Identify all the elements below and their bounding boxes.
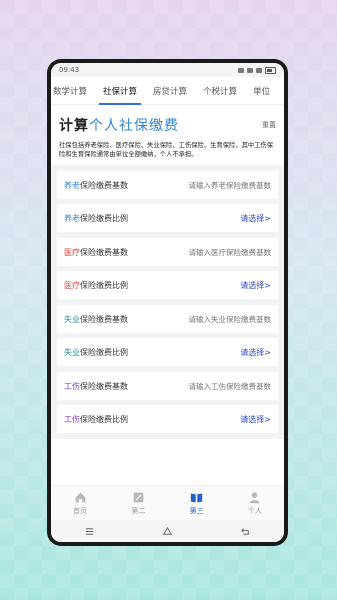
pension-ratio-row[interactable]: 养老保险缴费比例 请选择>: [57, 204, 278, 232]
home-icon: [75, 492, 85, 502]
medical-base-label: 医疗保险缴费基数: [64, 247, 128, 257]
medical-base-input[interactable]: [171, 247, 271, 257]
injury-base-label: 工伤保险缴费基数: [64, 381, 128, 391]
tab-social-security[interactable]: 社保计算: [95, 85, 145, 105]
pension-base-input[interactable]: [171, 180, 271, 190]
signal-icon: [238, 67, 244, 73]
tab-mortgage[interactable]: 房贷计算: [145, 85, 195, 104]
injury-base-input[interactable]: [171, 381, 271, 391]
tab-income-tax[interactable]: 个税计算: [195, 85, 245, 104]
injury-ratio-label: 工伤保险缴费比例: [64, 414, 128, 424]
injury-group: 工伤保险缴费基数 工伤保险缴费比例 请选择>: [51, 372, 284, 439]
nav-second-label: 第二: [131, 506, 146, 515]
injury-base-row: 工伤保险缴费基数: [57, 372, 278, 400]
injury-ratio-select[interactable]: 请选择>: [240, 414, 271, 425]
notification-icon: [256, 67, 262, 73]
phone-frame: 09:43 数学计算 社保计算 房贷计算 个税计算 单位 计算个人社保缴费 重置…: [47, 59, 288, 546]
pension-ratio-select[interactable]: 请选择>: [240, 213, 271, 224]
nav-profile[interactable]: 个人: [248, 491, 262, 516]
unemployment-ratio-select[interactable]: 请选择>: [240, 347, 271, 358]
page-title-accent: 个人社保缴费: [89, 118, 179, 134]
medical-ratio-select[interactable]: 请选择>: [240, 280, 271, 291]
insurance-form: 养老保险缴费基数 养老保险缴费比例 请选择>: [51, 165, 284, 238]
medical-ratio-label: 医疗保险缴费比例: [64, 280, 128, 290]
home-button-icon[interactable]: [162, 526, 173, 537]
unemployment-base-label: 失业保险缴费基数: [64, 314, 128, 324]
medical-group: 医疗保险缴费基数 医疗保险缴费比例 请选择>: [51, 238, 284, 305]
medical-base-row: 医疗保险缴费基数: [57, 238, 278, 266]
edit-icon: [133, 492, 144, 502]
nav-profile-label: 个人: [247, 506, 262, 515]
unemployment-base-input[interactable]: [171, 314, 271, 324]
pension-base-row: 养老保险缴费基数: [57, 171, 278, 199]
system-nav-bar: [51, 520, 284, 542]
page-title-plain: 计算: [59, 118, 89, 134]
pension-ratio-label: 养老保险缴费比例: [64, 213, 128, 223]
unemployment-ratio-label: 失业保险缴费比例: [64, 347, 128, 357]
bottom-nav: 首页 第二 第三 个人: [51, 485, 284, 520]
unemployment-ratio-row[interactable]: 失业保险缴费比例 请选择>: [57, 338, 278, 366]
nav-second[interactable]: 第二: [131, 491, 145, 516]
description-text: 社保包括养老保险、医疗保险、失业保险、工伤保险、生育保险，其中工伤保险和生育保险…: [59, 142, 274, 158]
nav-home[interactable]: 首页: [73, 491, 87, 516]
wifi-icon: [247, 67, 253, 73]
status-icons: [238, 66, 276, 74]
pension-base-label: 养老保险缴费基数: [64, 180, 128, 190]
tab-unit[interactable]: 单位: [245, 85, 278, 104]
nav-third-label: 第三: [189, 506, 204, 515]
unemployment-base-row: 失业保险缴费基数: [57, 305, 278, 333]
top-tabs: 数学计算 社保计算 房贷计算 个税计算 单位: [51, 77, 284, 105]
injury-ratio-row[interactable]: 工伤保险缴费比例 请选择>: [57, 405, 278, 433]
medical-ratio-row[interactable]: 医疗保险缴费比例 请选择>: [57, 271, 278, 299]
battery-icon: [265, 66, 276, 74]
person-icon: [250, 491, 260, 503]
reset-button[interactable]: 重置: [262, 120, 276, 130]
title-row: 计算个人社保缴费 重置: [51, 105, 284, 139]
status-time: 09:43: [59, 66, 80, 74]
phone-screen: 09:43 数学计算 社保计算 房贷计算 个税计算 单位 计算个人社保缴费 重置…: [51, 63, 284, 542]
page-title: 计算个人社保缴费: [59, 115, 179, 135]
tab-math[interactable]: 数学计算: [51, 85, 95, 104]
book-icon: [190, 492, 203, 502]
unemployment-group: 失业保险缴费基数 失业保险缴费比例 请选择>: [51, 305, 284, 372]
nav-third[interactable]: 第三: [190, 491, 204, 516]
nav-home-label: 首页: [73, 506, 88, 515]
status-bar: 09:43: [51, 63, 284, 77]
back-icon[interactable]: [240, 526, 251, 537]
menu-icon[interactable]: [84, 526, 95, 537]
